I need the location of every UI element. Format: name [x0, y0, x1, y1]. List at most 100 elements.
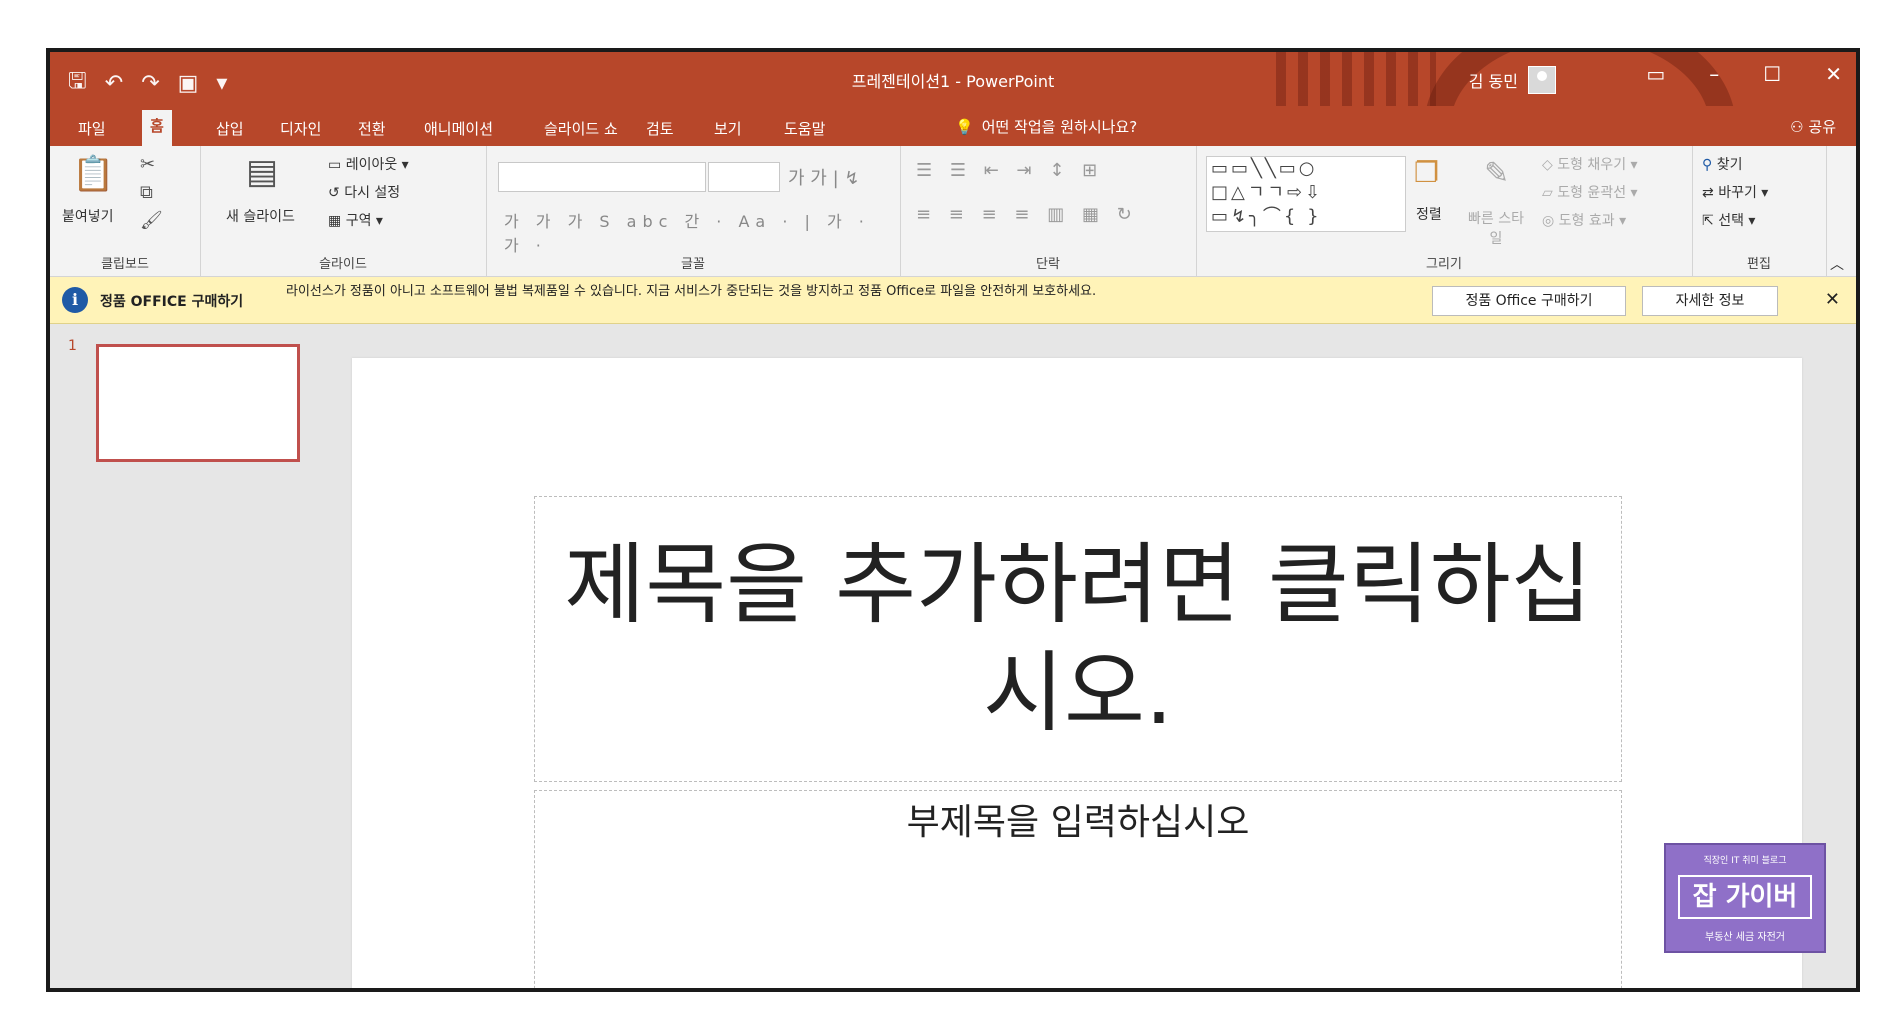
quick-styles-icon[interactable]: ✎: [1484, 156, 1509, 191]
font-size-select[interactable]: [708, 162, 780, 192]
tab-home[interactable]: 홈: [142, 110, 172, 150]
slide-editor: 제목을 추가하려면 클릭하십시오. 부제목을 입력하십시오: [324, 324, 1856, 988]
user-account[interactable]: 김 동민: [1469, 66, 1556, 94]
new-slide-icon[interactable]: ▤: [246, 152, 278, 192]
paste-icon[interactable]: 📋: [72, 154, 114, 194]
layout-button[interactable]: ▭ 레이아웃 ▾: [328, 154, 409, 174]
ribbon-display-icon[interactable]: ▭: [1646, 62, 1665, 86]
powerpoint-window: 🖫 ↶ ↷ ▣ ▾ 프레젠테이션1 - PowerPoint 김 동민 ▭ – …: [46, 48, 1860, 992]
quick-styles-button[interactable]: 빠른 스타일: [1466, 208, 1526, 248]
font-format-icons[interactable]: 가 가 가 S abc 간 · Aa · | 가 · 가 ·: [504, 208, 900, 256]
more-info-button[interactable]: 자세한 정보: [1642, 286, 1778, 316]
share-button[interactable]: ⚇ 공유: [1790, 116, 1836, 137]
tab-transitions[interactable]: 전환: [350, 114, 394, 143]
close-icon[interactable]: ✕: [1825, 62, 1842, 86]
reset-label: 다시 설정: [344, 185, 401, 201]
blog-watermark: 직장인 IT 취미 블로그 잡 가이버 부동산 세금 자전거: [1664, 843, 1826, 953]
slide-thumbnail[interactable]: [96, 344, 300, 462]
maximize-icon[interactable]: ☐: [1763, 62, 1781, 86]
tell-me-text: 어떤 작업을 원하시나요?: [981, 118, 1138, 136]
watermark-line3: 부동산 세금 자전거: [1705, 932, 1785, 943]
slide-canvas[interactable]: 제목을 추가하려면 클릭하십시오. 부제목을 입력하십시오: [352, 358, 1802, 988]
document-title: 프레젠테이션1 - PowerPoint: [851, 72, 1055, 91]
subtitle-placeholder-text: 부제목을 입력하십시오: [906, 802, 1250, 843]
subtitle-placeholder[interactable]: 부제목을 입력하십시오: [534, 790, 1622, 988]
person-icon: ⚇: [1790, 118, 1804, 136]
replace-button[interactable]: ⇄ 바꾸기 ▾: [1702, 182, 1768, 202]
clipboard-label: 클립보드: [101, 257, 149, 272]
shape-effects-label: 도형 효과: [1558, 213, 1615, 229]
collapse-ribbon-icon[interactable]: ︿: [1830, 254, 1844, 274]
title-placeholder[interactable]: 제목을 추가하려면 클릭하십시오.: [534, 496, 1622, 782]
group-clipboard: 📋 붙여넣기 ✂ ⧉ 🖌 클립보드: [50, 146, 201, 276]
tell-me-box[interactable]: 💡 어떤 작업을 원하시나요?: [955, 116, 1137, 137]
section-button[interactable]: ▦ 구역 ▾: [328, 210, 383, 230]
tab-insert[interactable]: 삽입: [208, 114, 252, 143]
lightbulb-icon: 💡: [955, 117, 974, 136]
copy-icon[interactable]: ⧉: [140, 182, 153, 203]
close-icon[interactable]: ✕: [1825, 289, 1840, 310]
find-label: 찾기: [1716, 157, 1743, 173]
ribbon: 📋 붙여넣기 ✂ ⧉ 🖌 클립보드 ▤ 새 슬라이드 ▭ 레이아웃 ▾ ↺ 다시…: [50, 146, 1856, 277]
format-painter-icon[interactable]: 🖌: [140, 210, 163, 231]
shape-outline-button[interactable]: ▱ 도형 윤곽선 ▾: [1542, 182, 1638, 202]
tab-design[interactable]: 디자인: [272, 114, 329, 143]
paragraph-label: 단락: [1036, 257, 1060, 272]
slides-label: 슬라이드: [319, 257, 367, 272]
info-icon: i: [62, 287, 88, 313]
tab-slideshow[interactable]: 슬라이드 쇼: [536, 114, 626, 143]
tab-review[interactable]: 검토: [638, 114, 682, 143]
tab-file[interactable]: 파일: [70, 114, 114, 143]
license-infobar: i 정품 OFFICE 구매하기 라이선스가 정품이 아니고 소프트웨어 불법 …: [50, 277, 1856, 324]
arrange-icon[interactable]: ❐: [1414, 156, 1439, 189]
cut-icon[interactable]: ✂: [140, 154, 155, 175]
title-bar: 🖫 ↶ ↷ ▣ ▾ 프레젠테이션1 - PowerPoint 김 동민 ▭ – …: [50, 52, 1856, 244]
slide-number: 1: [68, 338, 77, 354]
section-label: 구역: [345, 213, 372, 229]
group-font: 가 가 | ↯ 가 가 가 S abc 간 · Aa · | 가 · 가 · 글…: [486, 146, 901, 276]
find-button[interactable]: ⚲ 찾기: [1702, 154, 1742, 174]
select-button[interactable]: ⇱ 선택 ▾: [1702, 210, 1755, 230]
group-paragraph: ☰ ☰ ⇤ ⇥ ↕ ⊞ ≡ ≡ ≡ ≡ ▥ ▦ ↻ 단락: [900, 146, 1197, 276]
shapes-gallery[interactable]: ▭▭╲╲▭○ □△ㄱㄱ⇨⇩ ▭↯╮⌒{ }: [1206, 156, 1406, 232]
list-indent-icons[interactable]: ☰ ☰ ⇤ ⇥ ↕ ⊞: [916, 160, 1103, 181]
share-label: 공유: [1808, 118, 1836, 136]
avatar: [1528, 66, 1556, 94]
infobar-title: 정품 OFFICE 구매하기: [100, 294, 244, 310]
editing-label: 편집: [1747, 257, 1771, 272]
shape-fill-label: 도형 채우기: [1557, 157, 1627, 173]
shape-outline-label: 도형 윤곽선: [1557, 185, 1627, 201]
group-drawing: ▭▭╲╲▭○ □△ㄱㄱ⇨⇩ ▭↯╮⌒{ } ❐ 정렬 ✎ 빠른 스타일 ◇ 도형 채…: [1196, 146, 1693, 276]
replace-label: 바꾸기: [1718, 185, 1757, 201]
tab-animations[interactable]: 애니메이션: [416, 114, 501, 143]
group-slides: ▤ 새 슬라이드 ▭ 레이아웃 ▾ ↺ 다시 설정 ▦ 구역 ▾ 슬라이드: [200, 146, 487, 276]
group-editing: ⚲ 찾기 ⇄ 바꾸기 ▾ ⇱ 선택 ▾ 편집: [1692, 146, 1827, 276]
shape-fill-button[interactable]: ◇ 도형 채우기 ▾: [1542, 154, 1638, 174]
search-icon: ⚲: [1702, 157, 1713, 173]
paste-button[interactable]: 붙여넣기: [62, 206, 114, 226]
font-label: 글꼴: [681, 257, 705, 272]
new-slide-button[interactable]: 새 슬라이드: [226, 206, 295, 226]
shape-effects-button[interactable]: ◎ 도형 효과 ▾: [1542, 210, 1626, 230]
infobar-message: 라이선스가 정품이 아니고 소프트웨어 불법 복제품일 수 있습니다. 지금 서…: [286, 284, 1097, 299]
tab-help[interactable]: 도움말: [776, 114, 833, 143]
alignment-icons[interactable]: ≡ ≡ ≡ ≡ ▥ ▦ ↻: [916, 204, 1138, 225]
layout-label: 레이아웃: [345, 157, 398, 173]
user-name: 김 동민: [1468, 72, 1518, 91]
grow-shrink-font-icon[interactable]: 가 가 | ↯: [788, 164, 859, 190]
select-label: 선택: [1718, 213, 1744, 229]
drawing-label: 그리기: [1426, 257, 1462, 272]
title-placeholder-text: 제목을 추가하려면 클릭하십시오.: [564, 533, 1592, 744]
arrange-button[interactable]: 정렬: [1416, 204, 1442, 224]
slide-thumbnail-pane: 1: [50, 324, 325, 988]
watermark-logo-text: 잡 가이버: [1678, 875, 1812, 919]
reset-button[interactable]: ↺ 다시 설정: [328, 182, 400, 202]
replace-icon: ⇄: [1702, 185, 1714, 201]
tab-view[interactable]: 보기: [706, 114, 750, 143]
watermark-line1: 직장인 IT 취미 블로그: [1703, 856, 1787, 866]
minimize-icon[interactable]: –: [1709, 62, 1719, 86]
cursor-icon: ⇱: [1702, 213, 1714, 229]
ribbon-tabs: 파일 홈 삽입 디자인 전환 애니메이션 슬라이드 쇼 검토 보기 도움말 💡 …: [50, 106, 1856, 150]
buy-office-button[interactable]: 정품 Office 구매하기: [1432, 286, 1626, 316]
font-name-select[interactable]: [498, 162, 706, 192]
